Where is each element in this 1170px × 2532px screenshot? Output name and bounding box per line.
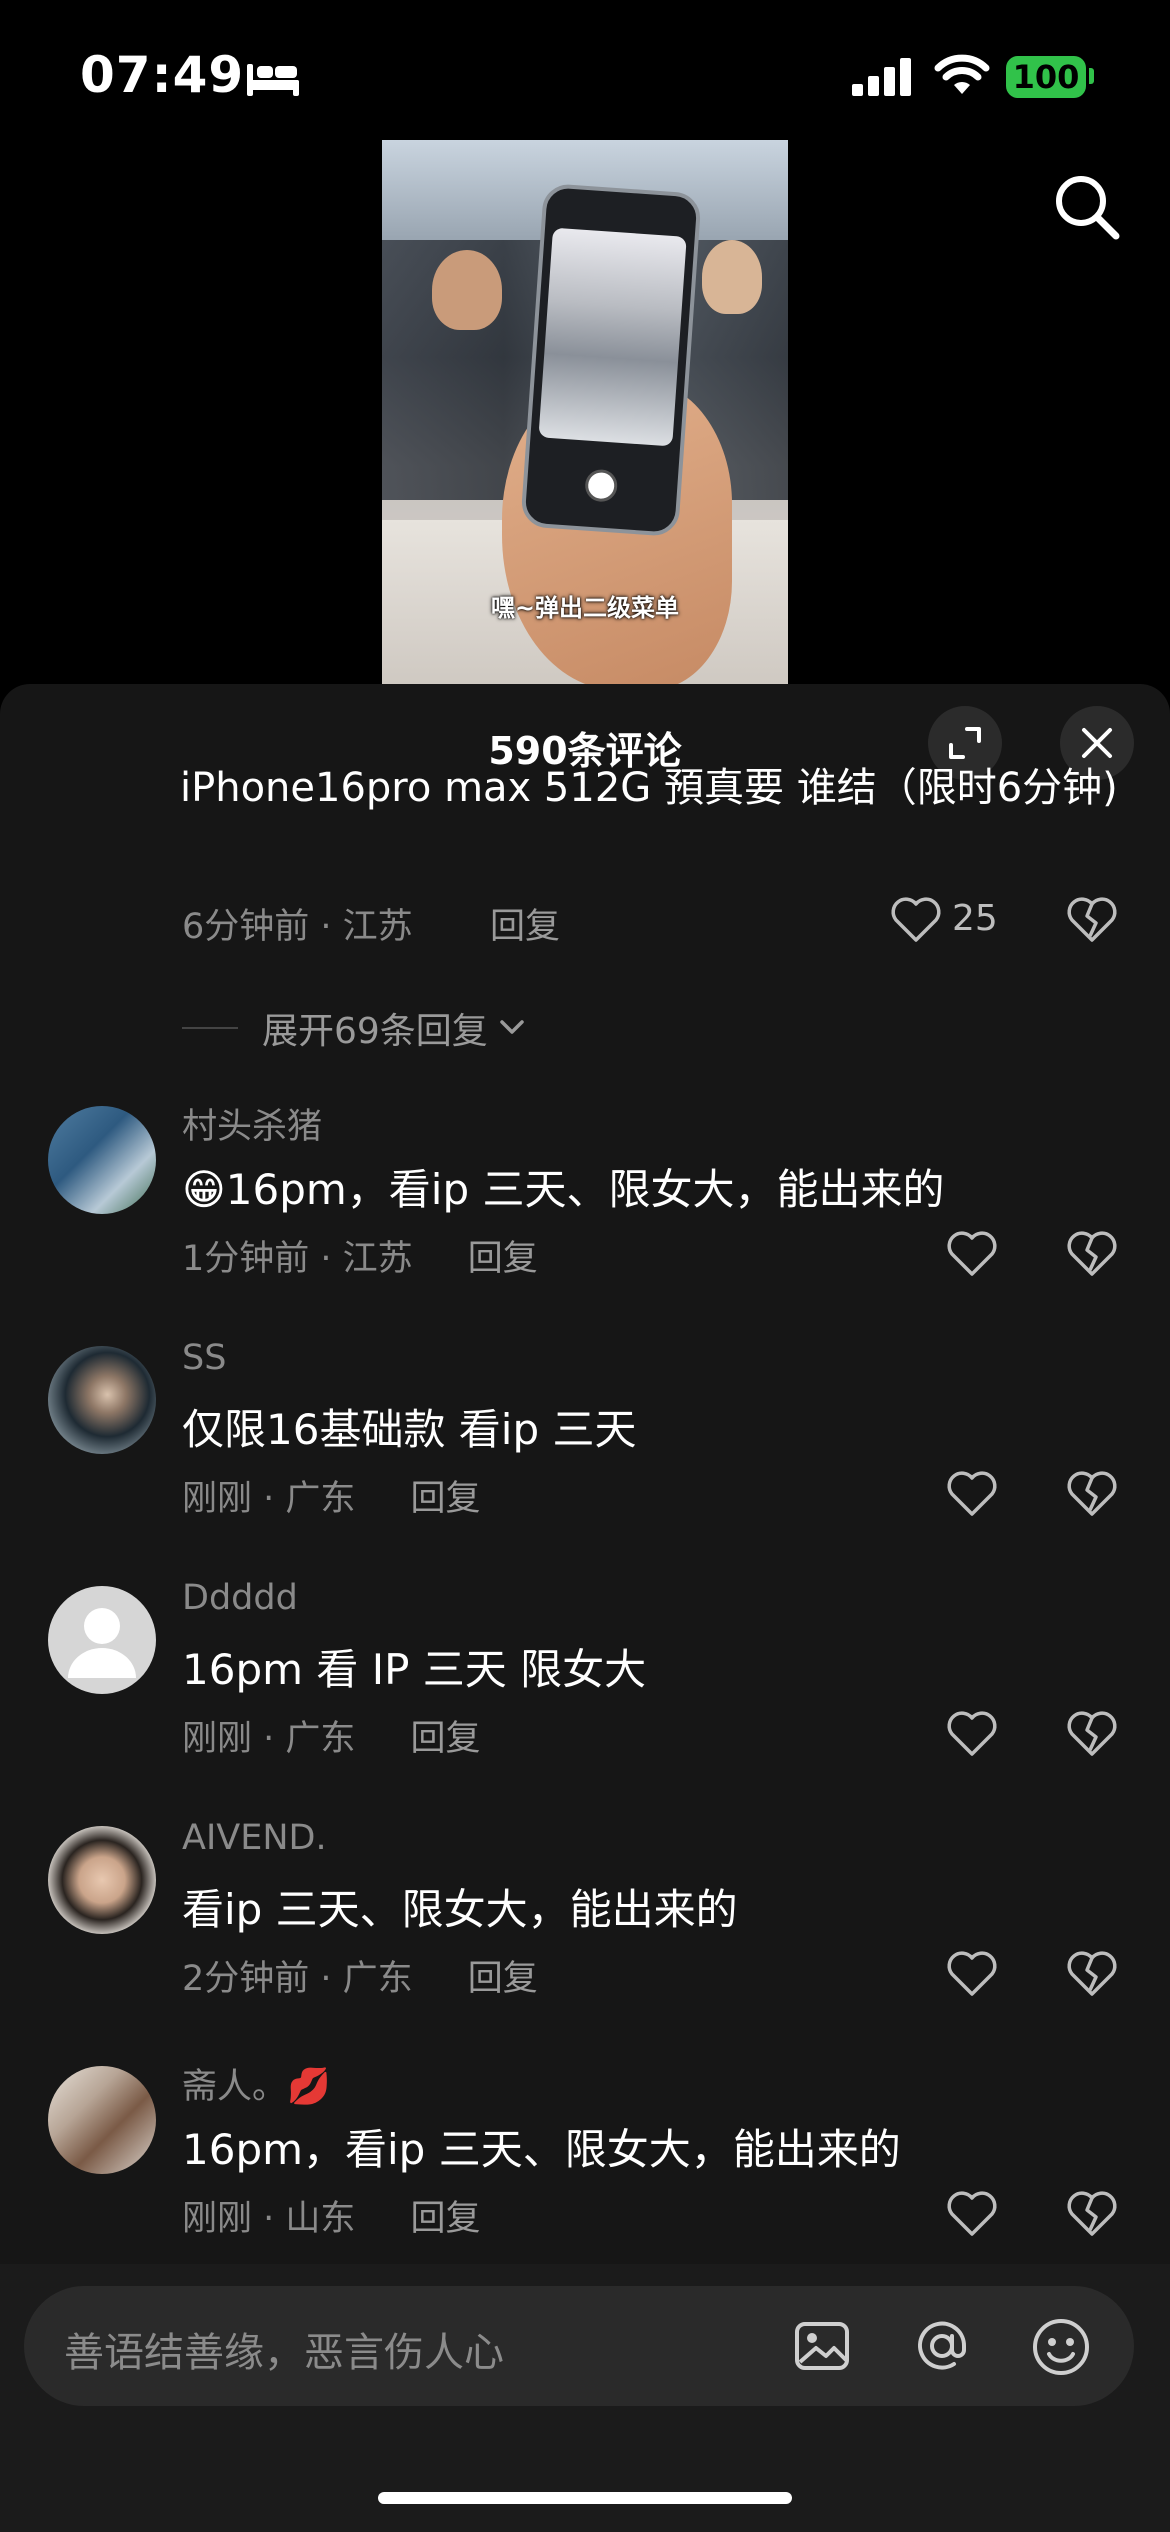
video-caption: 嘿~弹出二级菜单 (490, 594, 680, 622)
comment-item: Ddddd 16pm 看 IP 三天 限女大 刚刚 · 广东 回复 (0, 1572, 1170, 1802)
avatar[interactable] (48, 1346, 156, 1454)
comment-meta-row: 2分钟前 · 广东 回复 (182, 1950, 538, 2001)
comment-text: 看ip 三天、限女大，能出来的 (182, 1885, 738, 1934)
comment-item-partial: iPhone16pro max 512G 預真要 谁结（限时6分钟) 6分钟前 … (0, 765, 1170, 974)
close-icon (1082, 728, 1112, 758)
broken-heart-icon[interactable] (1066, 1230, 1118, 1278)
comment-meta: 刚刚 · 广东 (182, 1719, 356, 1759)
heart-icon[interactable] (946, 1470, 998, 1518)
avatar[interactable] (48, 1106, 156, 1214)
heart-icon[interactable] (946, 2190, 998, 2238)
comment-input-placeholder: 善语结善缘，恶言伤人心 (64, 2330, 504, 2376)
comment-text: 16pm 看 IP 三天 限女大 (182, 1645, 647, 1694)
comment-panel: 590条评论 iPhone16pro max 512G 預真要 谁结（限时6分钟… (0, 684, 1170, 2532)
heart-icon[interactable] (946, 1230, 998, 1278)
reply-button[interactable]: 回复 (410, 1479, 480, 1519)
default-avatar-icon (68, 1608, 136, 1678)
comment-input[interactable]: 善语结善缘，恶言伤人心 (24, 2286, 1134, 2406)
avatar[interactable] (48, 1826, 156, 1934)
wifi-icon (934, 54, 990, 94)
video-player[interactable]: 嘿~弹出二级菜单 (382, 140, 788, 684)
comment-text: 仅限16基础款 看ip 三天 (182, 1405, 637, 1454)
comment-meta-row: 6分钟前 · 江苏 回复 25 (0, 888, 1170, 974)
comment-meta: 1分钟前 · 江苏 (182, 1239, 413, 1279)
emoji-icon[interactable] (1030, 2316, 1092, 2378)
comment-author[interactable]: SS (182, 1338, 226, 1378)
broken-heart-icon[interactable] (1066, 896, 1118, 944)
reply-button[interactable]: 回复 (468, 1239, 538, 1279)
status-time: 07:49 (80, 46, 245, 104)
video-phone-screen (538, 227, 687, 447)
comment-item: SS 仅限16基础款 看ip 三天 刚刚 · 广东 回复 (0, 1332, 1170, 1562)
comment-meta-row: 刚刚 · 山东 回复 (182, 2190, 481, 2241)
avatar[interactable] (48, 2066, 156, 2174)
comment-author[interactable]: 村头杀猪 (182, 1098, 322, 1149)
heart-icon[interactable] (890, 896, 942, 944)
chevron-down-icon (500, 1020, 524, 1034)
comment-item: 斋人。💋 16pm，看ip 三天、限女大，能出来的 刚刚 · 山东 回复 (0, 2052, 1170, 2282)
reply-button[interactable]: 回复 (410, 2199, 480, 2239)
comment-input-bar: 善语结善缘，恶言伤人心 (0, 2264, 1170, 2532)
comment-author[interactable]: AIVEND. (182, 1818, 327, 1858)
reply-button[interactable]: 回复 (490, 898, 560, 949)
video-shutter (584, 468, 619, 503)
broken-heart-icon[interactable] (1066, 1710, 1118, 1758)
video-phone (520, 182, 702, 538)
avatar[interactable] (48, 1586, 156, 1694)
cellular-signal-icon (852, 58, 911, 96)
comment-text: iPhone16pro max 512G 預真要 谁结（限时6分钟) (180, 765, 1118, 811)
comment-meta: 6分钟前 · 江苏 (182, 907, 413, 947)
comment-text: 😁16pm，看ip 三天、限女大，能出来的 (182, 1165, 945, 1214)
comment-meta: 刚刚 · 山东 (182, 2199, 356, 2239)
broken-heart-icon[interactable] (1066, 2190, 1118, 2238)
search-icon[interactable] (1052, 172, 1122, 242)
expand-replies-label: 展开69条回复 (262, 1011, 488, 1052)
home-indicator (378, 2492, 792, 2504)
video-person (432, 250, 502, 330)
video-person (702, 240, 762, 314)
comment-author[interactable]: Ddddd (182, 1578, 298, 1618)
broken-heart-icon[interactable] (1066, 1470, 1118, 1518)
expand-line (182, 1027, 238, 1029)
comment-text: 16pm，看ip 三天、限女大，能出来的 (182, 2125, 901, 2174)
comment-meta-row: 1分钟前 · 江苏 回复 (182, 1230, 538, 1281)
status-bar: 07:49 100 (0, 0, 1170, 140)
image-icon[interactable] (792, 2316, 852, 2376)
battery-tip (1089, 68, 1094, 84)
heart-icon[interactable] (946, 1710, 998, 1758)
like-count: 25 (952, 898, 998, 939)
bed-icon (247, 64, 299, 96)
comment-meta-row: 刚刚 · 广东 回复 (182, 1470, 481, 1521)
reply-button[interactable]: 回复 (468, 1959, 538, 1999)
expand-icon (949, 727, 981, 759)
heart-icon[interactable] (946, 1950, 998, 1998)
comment-item: AIVEND. 看ip 三天、限女大，能出来的 2分钟前 · 广东 回复 (0, 1812, 1170, 2042)
expand-replies-button[interactable]: 展开69条回复 (182, 1002, 530, 1054)
comment-meta-row: 刚刚 · 广东 回复 (182, 1710, 481, 1761)
broken-heart-icon[interactable] (1066, 1950, 1118, 1998)
comment-meta: 刚刚 · 广东 (182, 1479, 356, 1519)
comment-item: 村头杀猪 😁16pm，看ip 三天、限女大，能出来的 1分钟前 · 江苏 回复 (0, 1092, 1170, 1322)
comment-meta: 2分钟前 · 广东 (182, 1959, 413, 1999)
mention-icon[interactable] (910, 2314, 974, 2378)
battery-indicator: 100 (1006, 56, 1086, 98)
comment-author[interactable]: 斋人。💋 (182, 2058, 331, 2109)
reply-button[interactable]: 回复 (410, 1719, 480, 1759)
